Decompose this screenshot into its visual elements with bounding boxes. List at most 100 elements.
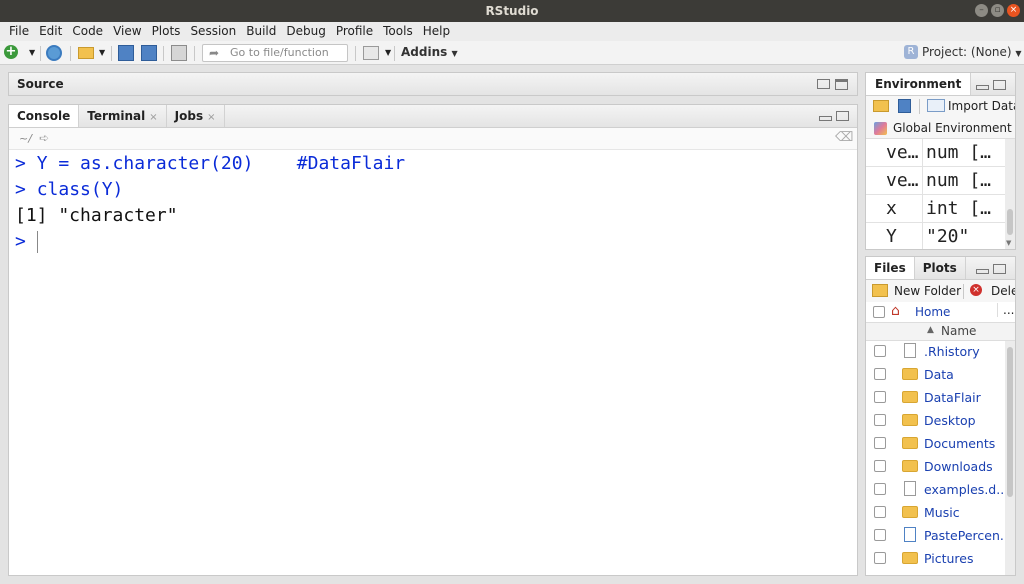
go-to-directory-icon[interactable]: ➪ (39, 131, 49, 145)
tab-plots[interactable]: Plots (915, 257, 966, 279)
new-project-icon[interactable] (46, 45, 62, 61)
menu-tools[interactable]: Tools (378, 22, 418, 41)
file-name[interactable]: examples.d... (924, 478, 1008, 501)
file-checkbox[interactable] (874, 414, 886, 426)
menu-view[interactable]: View (108, 22, 146, 41)
scroll-down-icon[interactable]: ▼ (1006, 239, 1011, 247)
menu-profile[interactable]: Profile (331, 22, 378, 41)
file-name[interactable]: Downloads (924, 455, 993, 478)
maximize-pane-icon[interactable] (835, 79, 848, 90)
file-checkbox[interactable] (874, 552, 886, 564)
minimize-pane-icon[interactable] (819, 116, 832, 121)
save-all-icon[interactable] (141, 45, 157, 61)
file-name[interactable]: Data (924, 363, 954, 386)
file-checkbox[interactable] (874, 529, 886, 541)
menu-session[interactable]: Session (185, 22, 241, 41)
env-row[interactable]: Y "20" (866, 223, 1005, 249)
breadcrumb-home[interactable]: Home (915, 305, 950, 319)
file-name[interactable]: Music (924, 501, 960, 524)
close-tab-icon[interactable]: × (207, 112, 215, 123)
project-menu[interactable]: Project: (None) ▼ (922, 45, 1022, 59)
tab-jobs[interactable]: Jobs × (167, 105, 225, 127)
name-column-header[interactable]: Name (941, 324, 976, 338)
load-workspace-icon[interactable] (873, 100, 889, 112)
maximize-pane-icon[interactable] (993, 80, 1006, 90)
minimize-icon[interactable]: – (975, 4, 988, 17)
tab-terminal[interactable]: Terminal × (79, 105, 167, 127)
new-folder-icon[interactable] (872, 284, 888, 297)
file-checkbox[interactable] (874, 506, 886, 518)
file-name[interactable]: PastePercen... (924, 524, 1012, 547)
file-name[interactable]: DataFlair (924, 386, 981, 409)
file-name[interactable]: Desktop (924, 409, 976, 432)
menu-edit[interactable]: Edit (34, 22, 67, 41)
file-name[interactable]: Documents (924, 432, 995, 455)
import-dataset-icon[interactable] (927, 99, 945, 112)
save-workspace-icon[interactable] (898, 99, 911, 113)
files-scrollbar-thumb[interactable] (1007, 347, 1013, 497)
new-folder-button[interactable]: New Folder (894, 284, 961, 298)
maximize-pane-icon[interactable] (993, 264, 1006, 274)
file-row[interactable]: Downloads (866, 455, 1005, 478)
file-checkbox[interactable] (874, 391, 886, 403)
file-row[interactable]: DataFlair (866, 386, 1005, 409)
env-scrollbar-thumb[interactable] (1007, 209, 1013, 235)
file-checkbox[interactable] (874, 437, 886, 449)
file-checkbox[interactable] (874, 368, 886, 380)
tab-files[interactable]: Files (866, 257, 915, 279)
file-row[interactable]: Music (866, 501, 1005, 524)
file-row[interactable]: PastePercen... (866, 524, 1012, 547)
addins-menu[interactable]: Addins ▼ (401, 45, 458, 59)
restore-pane-icon[interactable] (836, 111, 849, 121)
file-row[interactable]: Pictures (866, 547, 1005, 570)
close-tab-icon[interactable]: × (149, 112, 157, 123)
clear-console-icon[interactable]: ⌫ (835, 130, 853, 145)
restore-pane-icon[interactable] (817, 79, 830, 89)
file-name[interactable]: .Rhistory (924, 340, 980, 363)
file-row[interactable]: examples.d... (866, 478, 1008, 501)
menu-help[interactable]: Help (418, 22, 455, 41)
workspace-panes-icon[interactable] (363, 46, 379, 60)
file-checkbox[interactable] (874, 483, 886, 495)
open-file-dropdown-icon[interactable]: ▼ (99, 48, 105, 57)
file-row[interactable]: Desktop (866, 409, 1005, 432)
minimize-pane-icon[interactable] (976, 85, 989, 90)
minimize-pane-icon[interactable] (976, 269, 989, 274)
save-icon[interactable] (118, 45, 134, 61)
console-output[interactable]: > Y = as.character(20) #DataFlair > clas… (15, 151, 851, 255)
env-row[interactable]: x int [… (866, 195, 1005, 223)
delete-icon[interactable]: × (970, 284, 982, 296)
open-file-icon[interactable] (78, 47, 94, 59)
menu-code[interactable]: Code (67, 22, 108, 41)
file-checkbox[interactable] (874, 345, 886, 357)
env-row[interactable]: ve… num [… (866, 139, 1005, 167)
print-icon[interactable] (171, 45, 187, 61)
env-row[interactable]: ve… num [… (866, 167, 1005, 195)
more-options-button[interactable]: ... (997, 303, 1014, 317)
new-file-icon[interactable]: + (4, 45, 18, 59)
menu-debug[interactable]: Debug (281, 22, 330, 41)
new-file-dropdown-icon[interactable]: ▼ (29, 48, 35, 57)
tab-console[interactable]: Console (9, 105, 80, 127)
import-dataset-button[interactable]: Import Datas (948, 99, 1015, 113)
global-environment-dropdown[interactable]: Global Environment ▼ (893, 121, 1015, 135)
home-icon[interactable]: ⌂ (891, 303, 900, 319)
file-checkbox[interactable] (874, 460, 886, 472)
panes-dropdown-icon[interactable]: ▼ (385, 48, 391, 57)
select-all-checkbox[interactable] (873, 306, 885, 318)
file-row[interactable]: .Rhistory (866, 340, 1005, 363)
file-row[interactable]: Data (866, 363, 1005, 386)
close-icon[interactable]: × (1007, 4, 1020, 17)
menu-file[interactable]: File (0, 22, 34, 41)
file-name[interactable]: Pictures (924, 547, 974, 570)
goto-file-input[interactable]: Go to file/function (202, 44, 348, 62)
env-scrollbar[interactable]: ▼ (1005, 139, 1015, 249)
file-row[interactable]: Documents (866, 432, 1005, 455)
delete-button[interactable]: Dele (991, 284, 1015, 298)
tab-environment[interactable]: Environment (866, 73, 972, 95)
maximize-icon[interactable]: ▫ (991, 4, 1004, 17)
menu-plots[interactable]: Plots (147, 22, 186, 41)
sort-ascending-icon[interactable]: ▲ (927, 325, 934, 335)
menu-build[interactable]: Build (241, 22, 281, 41)
files-scrollbar[interactable] (1005, 341, 1015, 575)
